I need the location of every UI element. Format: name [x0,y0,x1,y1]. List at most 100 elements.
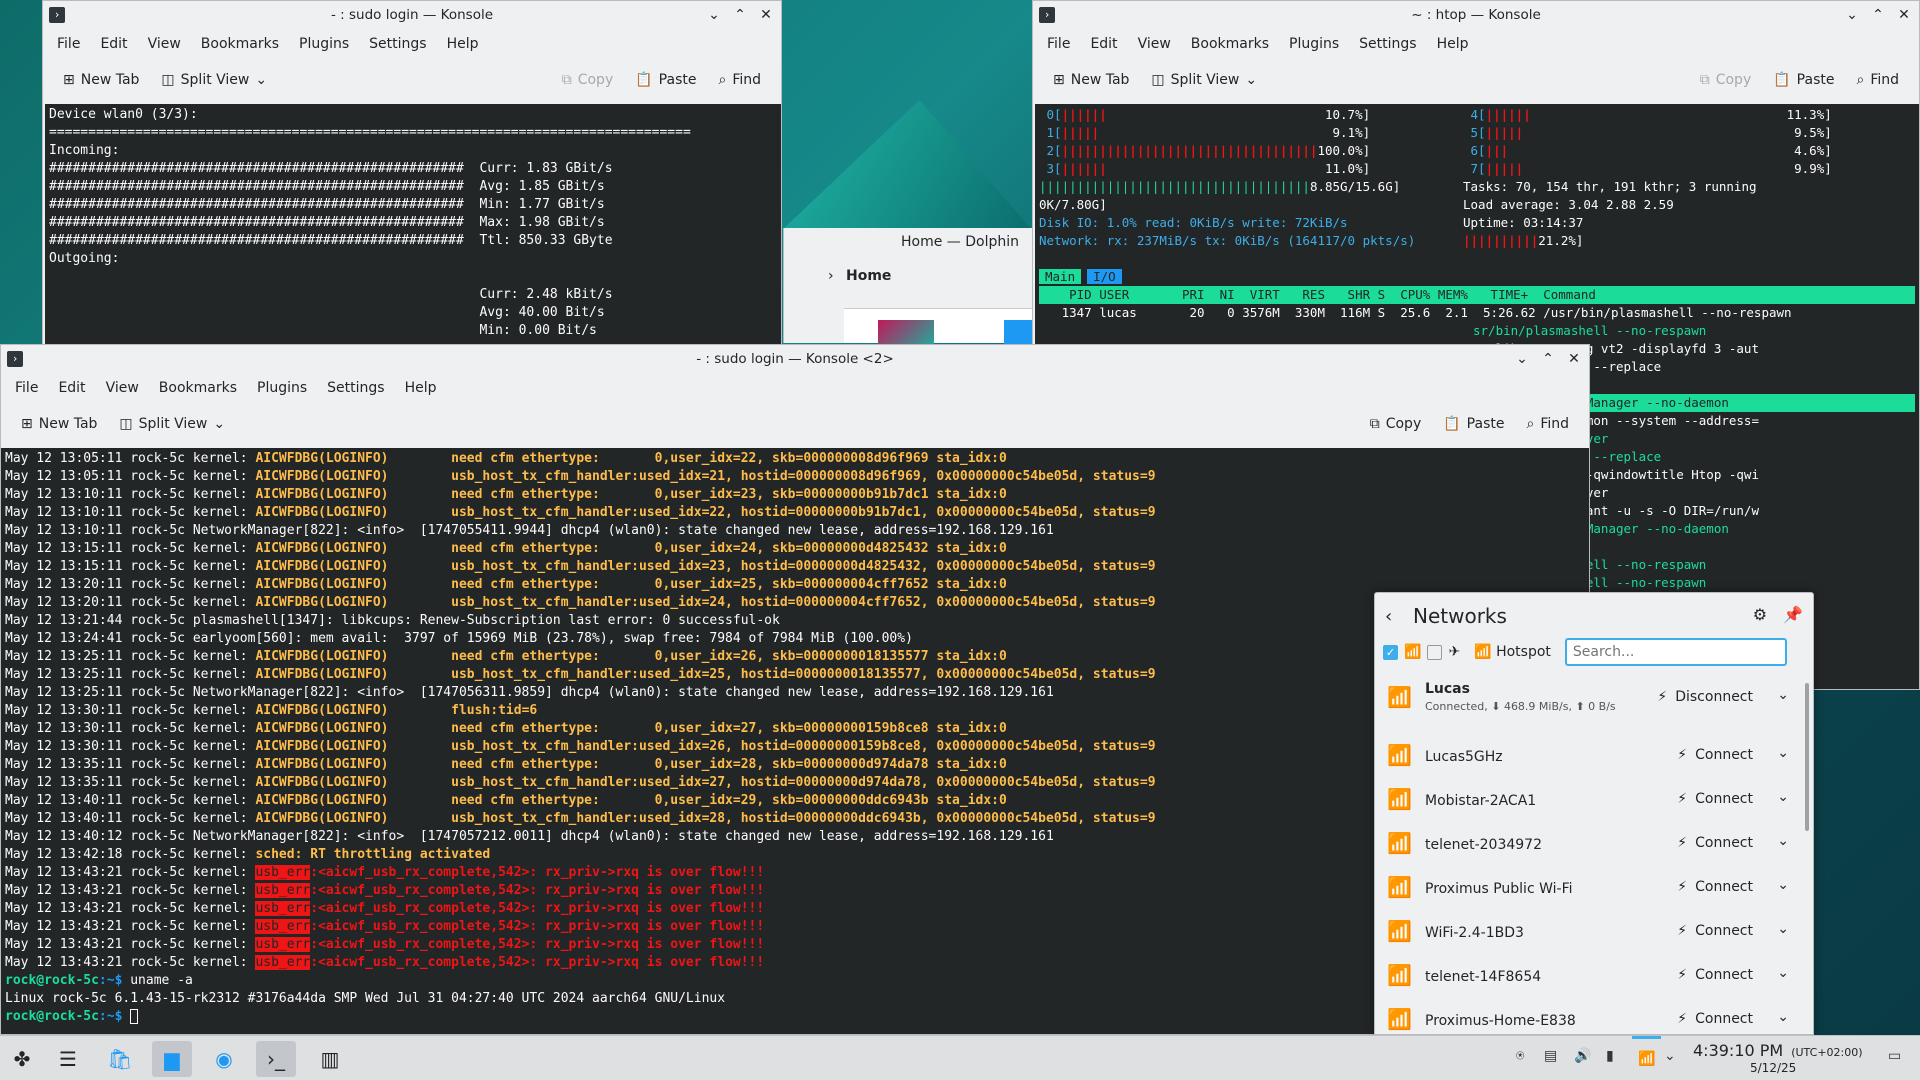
breadcrumb[interactable]: Home [846,268,891,284]
menu-plugins[interactable]: Plugins [291,32,357,56]
minimize-icon[interactable]: ⌄ [705,5,723,25]
konsole-taskbar-icon[interactable]: ›_ [256,1041,296,1077]
maximize-icon[interactable]: ⌃ [731,5,749,25]
pin-icon[interactable]: 📌 [1783,605,1803,624]
new-tab-button[interactable]: ⊞ New Tab [13,411,105,437]
digital-clock[interactable]: 4:39:10 PM (UTC+02:00) [1693,1041,1863,1060]
volume-icon[interactable]: 🔊 [1574,1048,1591,1064]
disconnect-button[interactable]: ⚡ Disconnect [1657,689,1753,705]
connect-button[interactable]: ⚡ Connect [1677,1011,1753,1027]
connect-button[interactable]: ⚡ Connect [1677,967,1753,983]
menu-help[interactable]: Help [397,376,445,400]
settings-sliders-icon[interactable]: ⚙ [1753,605,1767,624]
maximize-icon[interactable]: ⌃ [1869,5,1887,25]
pager-icon[interactable]: ☰ [48,1041,88,1077]
menu-plugins[interactable]: Plugins [249,376,315,400]
folder-thumbnail[interactable] [1004,320,1034,344]
new-tab-button[interactable]: ⊞ New Tab [55,67,147,93]
search-input[interactable] [1564,638,1787,666]
split-view-button[interactable]: ◫ Split View ⌄ [111,411,233,437]
copy-button[interactable]: ⧉ Copy [1692,67,1760,93]
chevron-right-icon[interactable]: › [828,268,834,284]
network-item[interactable]: 📶 telenet-2034972 ⚡ Connect ⌄ [1375,823,1799,867]
split-view-button[interactable]: ◫ Split View ⌄ [1143,67,1265,93]
menu-edit[interactable]: Edit [1082,32,1125,56]
minimize-icon[interactable]: ⌄ [1513,349,1531,369]
close-icon[interactable]: ✕ [1895,5,1913,25]
connect-button[interactable]: ⚡ Connect [1677,835,1753,851]
menu-plugins[interactable]: Plugins [1281,32,1347,56]
clipboard-icon[interactable]: ▤ [1544,1048,1557,1064]
tab-main[interactable]: Main [1039,269,1082,284]
copy-button[interactable]: ⧉ Copy [1362,411,1430,437]
menu-help[interactable]: Help [1429,32,1477,56]
scrollbar[interactable] [1805,683,1809,831]
expand-chevron-icon[interactable]: ⌄ [1777,921,1789,937]
menu-edit[interactable]: Edit [50,376,93,400]
expand-chevron-icon[interactable]: ⌄ [1777,1009,1789,1025]
network-item[interactable]: 📶 Proximus Public Wi-Fi ⚡ Connect ⌄ [1375,867,1799,911]
expand-chevron-icon[interactable]: ⌄ [1777,877,1789,893]
connect-button[interactable]: ⚡ Connect [1677,747,1753,763]
menu-settings[interactable]: Settings [319,376,392,400]
wifi-enabled-checkbox[interactable]: ✓ [1383,644,1398,660]
process-row[interactable]: 1347 lucas 20 0 3576M 330M 116M S 25.6 2… [1039,304,1915,322]
chevron-down-icon[interactable]: ⌄ [1664,1048,1676,1064]
find-button[interactable]: ⌕ Find [1848,67,1907,93]
process-row[interactable]: sr/bin/plasmashell --no-respawn [1039,322,1915,340]
find-button[interactable]: ⌕ Find [1518,411,1577,437]
discover-store-icon[interactable]: 🛍 [100,1041,140,1077]
folder-thumbnail[interactable] [878,320,934,344]
network-item[interactable]: 📶 Lucas Connected, ⬇ 468.9 MiB/s, ⬆ 0 B/s ⚡… [1375,677,1799,721]
battery-icon[interactable]: ▮ [1606,1048,1614,1064]
menu-view[interactable]: View [98,376,147,400]
titlebar[interactable]: › ~ : htop — Konsole ⌄ ⌃ ✕ [1033,1,1919,29]
menu-edit[interactable]: Edit [92,32,135,56]
system-monitor-icon[interactable]: ▥ [310,1041,350,1077]
close-icon[interactable]: ✕ [757,5,775,25]
maximize-icon[interactable]: ⌃ [1539,349,1557,369]
paste-button[interactable]: 📋 Paste [1435,411,1512,437]
tab-io[interactable]: I/O [1087,269,1122,284]
network-item[interactable]: 📶 Lucas5GHz ⚡ Connect ⌄ [1375,735,1799,779]
network-item[interactable]: 📶 telenet-14F8654 ⚡ Connect ⌄ [1375,955,1799,999]
new-tab-button[interactable]: ⊞ New Tab [1045,67,1137,93]
expand-chevron-icon[interactable]: ⌄ [1777,833,1789,849]
titlebar[interactable]: › - : sudo login — Konsole ⌄ ⌃ ✕ [43,1,781,29]
close-icon[interactable]: ✕ [1565,349,1583,369]
window-title[interactable]: Home — Dolphin [784,234,1033,250]
menu-bookmarks[interactable]: Bookmarks [193,32,287,56]
menu-bookmarks[interactable]: Bookmarks [151,376,245,400]
show-desktop-icon[interactable]: ▭ [1888,1048,1901,1064]
menu-file[interactable]: File [49,32,88,56]
expand-chevron-icon[interactable]: ⌄ [1777,789,1789,805]
chromium-taskbar-icon[interactable]: ◉ [204,1041,244,1077]
network-item[interactable]: 📶 Proximus-Home-E838 ⚡ Connect ⌄ [1375,999,1799,1034]
network-item[interactable]: 📶 WiFi-2.4-1BD3 ⚡ Connect ⌄ [1375,911,1799,955]
find-button[interactable]: ⌕ Find [710,67,769,93]
titlebar[interactable]: › - : sudo login — Konsole <2> ⌄ ⌃ ✕ [1,345,1589,373]
menu-file[interactable]: File [1039,32,1078,56]
terminal-output[interactable]: Device wlan0 (3/3): =====================… [45,104,781,344]
minimize-icon[interactable]: ⌄ [1843,5,1861,25]
connect-button[interactable]: ⚡ Connect [1677,923,1753,939]
menu-settings[interactable]: Settings [1351,32,1424,56]
back-icon[interactable]: ‹ [1385,606,1413,627]
split-view-button[interactable]: ◫ Split View ⌄ [153,67,275,93]
dolphin-taskbar-icon[interactable]: ▆ [152,1041,192,1077]
menu-view[interactable]: View [1130,32,1179,56]
expand-chevron-icon[interactable]: ⌄ [1777,965,1789,981]
menu-bookmarks[interactable]: Bookmarks [1183,32,1277,56]
expand-chevron-icon[interactable]: ⌄ [1777,745,1789,761]
expand-chevron-icon[interactable]: ⌄ [1777,687,1789,703]
menu-file[interactable]: File [7,376,46,400]
hotspot-button[interactable]: 📶 Hotspot [1474,644,1551,660]
menu-view[interactable]: View [140,32,189,56]
airplane-mode-checkbox[interactable] [1427,644,1443,660]
paste-button[interactable]: 📋 Paste [627,67,704,93]
application-launcher-icon[interactable]: ✤ [2,1041,42,1077]
accessibility-icon[interactable]: ⍟ [1516,1048,1524,1064]
connect-button[interactable]: ⚡ Connect [1677,791,1753,807]
menu-settings[interactable]: Settings [361,32,434,56]
copy-button[interactable]: ⧉ Copy [554,67,622,93]
